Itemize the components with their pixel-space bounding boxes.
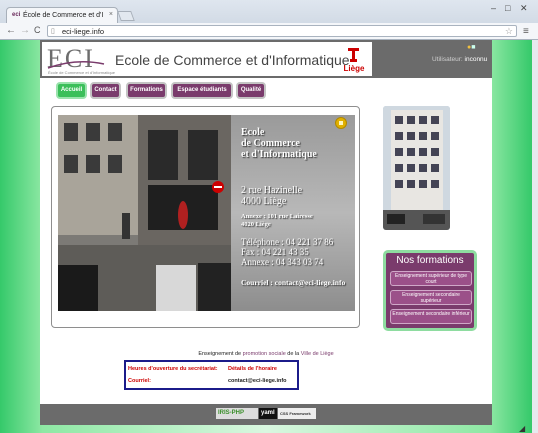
- liege-emblem-icon: [348, 48, 359, 62]
- info-email: Courriel : contact@eci-liege.info: [241, 278, 346, 287]
- page-viewport: ECI École de Commerce et d'Informatique …: [0, 40, 532, 433]
- logo-subtext: École de Commerce et d'Informatique: [48, 70, 116, 75]
- info-street: 2 rue Hazinelle: [241, 185, 303, 196]
- menu-item-espace-etudiants[interactable]: Espace étudiants: [171, 82, 233, 99]
- tab-close-icon[interactable]: ×: [109, 11, 113, 18]
- ville-de-liege-link[interactable]: Ville de Liège: [301, 351, 334, 357]
- forward-icon[interactable]: →: [20, 25, 30, 36]
- site-header: ECI École de Commerce et d'Informatique …: [40, 40, 492, 78]
- css-framework-badge[interactable]: CSS Framework: [278, 408, 316, 419]
- promo-line: Enseignement de promotion sociale de la …: [40, 351, 492, 357]
- school-street-photo: [58, 115, 231, 311]
- formation-secondaire-superieur[interactable]: Enseignement secondaire supérieur: [390, 290, 472, 305]
- info-city: 4000 Liège: [241, 196, 287, 207]
- bookmark-star-icon[interactable]: ☆: [505, 26, 513, 37]
- building-image: [383, 106, 450, 230]
- hours-label: Heures d'ouverture du secrétariat:: [128, 366, 218, 372]
- main-content-frame: Ecole de Commerce et d'Informatique 2 ru…: [51, 106, 360, 328]
- formations-title: Nos formations: [396, 255, 464, 266]
- hours-box: Heures d'ouverture du secrétariat: Détai…: [124, 360, 299, 390]
- hours-details-link[interactable]: Détails de l'horaire: [228, 366, 277, 372]
- site-footer: IRIS-PHP yaml CSS Framework: [40, 404, 492, 425]
- user-status: Utilisateur: inconnu: [432, 56, 487, 63]
- info-name-line3: et d'Informatique: [241, 149, 317, 160]
- formations-box: Nos formations Enseignement supérieur de…: [383, 250, 477, 331]
- menu-item-qualite[interactable]: Qualité: [236, 82, 266, 99]
- menu-item-accueil[interactable]: Accueil: [56, 82, 87, 99]
- header-banner: ECI École de Commerce et d'Informatique …: [42, 42, 372, 76]
- address-bar[interactable]: ▯ eci-liege.info ☆: [47, 25, 517, 37]
- info-annex: Annexe : 101 rue Lairesse 4020 Liège: [241, 213, 313, 229]
- hours-row: Heures d'ouverture du secrétariat: Détai…: [128, 366, 277, 372]
- info-name-line2: de Commerce: [241, 138, 300, 149]
- tab-title: École de Commerce et d'I: [23, 12, 104, 19]
- user-prefix: Utilisateur:: [432, 56, 465, 63]
- back-icon[interactable]: ←: [6, 25, 16, 36]
- browser-tab[interactable]: eci École de Commerce et d'I ×: [6, 7, 118, 23]
- user-icons[interactable]: ●■: [467, 44, 475, 51]
- resize-grip-icon[interactable]: ◢: [519, 424, 525, 433]
- formation-superieur[interactable]: Enseignement supérieur de type court: [390, 271, 472, 286]
- email-row: Courriel: contact@eci-liege.info: [128, 378, 287, 384]
- promo-prefix: Enseignement de: [198, 351, 243, 357]
- user-name: inconnu: [464, 56, 488, 63]
- info-phones: Téléphone : 04 221 37 86 Fax : 04 221 43…: [241, 237, 333, 267]
- info-address: 2 rue Hazinelle 4000 Liège: [241, 185, 302, 207]
- liege-logo[interactable]: Liège: [338, 46, 370, 76]
- info-annex-line2: 4020 Liège: [241, 221, 271, 228]
- login-icon[interactable]: ■: [471, 44, 475, 51]
- info-fax: Fax : 04 221 43 35: [241, 247, 309, 257]
- yaml-badge[interactable]: yaml: [259, 408, 277, 419]
- minimize-icon[interactable]: –: [491, 3, 496, 13]
- contact-info-panel: Ecole de Commerce et d'Informatique 2 ru…: [231, 115, 355, 311]
- browser-menu-icon[interactable]: ≡: [523, 26, 529, 37]
- close-icon[interactable]: [335, 117, 347, 129]
- page-icon: ▯: [51, 28, 55, 35]
- promo-middle: de la: [285, 351, 301, 357]
- info-annex-phone: Annexe : 04 343 03 74: [241, 257, 324, 267]
- reload-icon[interactable]: C: [34, 25, 41, 35]
- info-name-line1: Ecole: [241, 127, 265, 138]
- info-annex-line1: Annexe : 101 rue Lairesse: [241, 213, 313, 220]
- logo-swoosh-icon: [47, 61, 105, 69]
- favicon-icon: eci: [12, 12, 21, 18]
- school-name: Ecole de Commerce et d'Informatique: [115, 52, 350, 68]
- page-container: ECI École de Commerce et d'Informatique …: [40, 40, 492, 425]
- info-phone: Téléphone : 04 221 37 86: [241, 237, 334, 247]
- window-right-edge: [532, 40, 538, 433]
- promotion-sociale-link[interactable]: promotion sociale: [243, 351, 286, 357]
- building-photo: [383, 106, 450, 230]
- maximize-icon[interactable]: □: [505, 3, 510, 13]
- menu-item-formations[interactable]: Formations: [126, 82, 167, 99]
- url-text: eci-liege.info: [62, 27, 105, 36]
- browser-toolbar: ← → C ▯ eci-liege.info ☆ ≡: [0, 23, 538, 39]
- email-label: Courriel:: [128, 378, 151, 384]
- info-school-name: Ecole de Commerce et d'Informatique: [241, 127, 317, 160]
- liege-logo-text: Liège: [343, 64, 365, 73]
- email-link[interactable]: contact@eci-liege.info: [228, 378, 287, 384]
- close-window-icon[interactable]: ✕: [520, 3, 528, 14]
- menu-item-contact[interactable]: Contact: [90, 82, 121, 99]
- iris-php-badge[interactable]: IRIS-PHP: [216, 408, 258, 419]
- formation-secondaire-inferieur[interactable]: Enseignement secondaire inférieur: [390, 309, 472, 324]
- new-tab-button[interactable]: [117, 11, 135, 21]
- street-photo-image: [58, 115, 231, 311]
